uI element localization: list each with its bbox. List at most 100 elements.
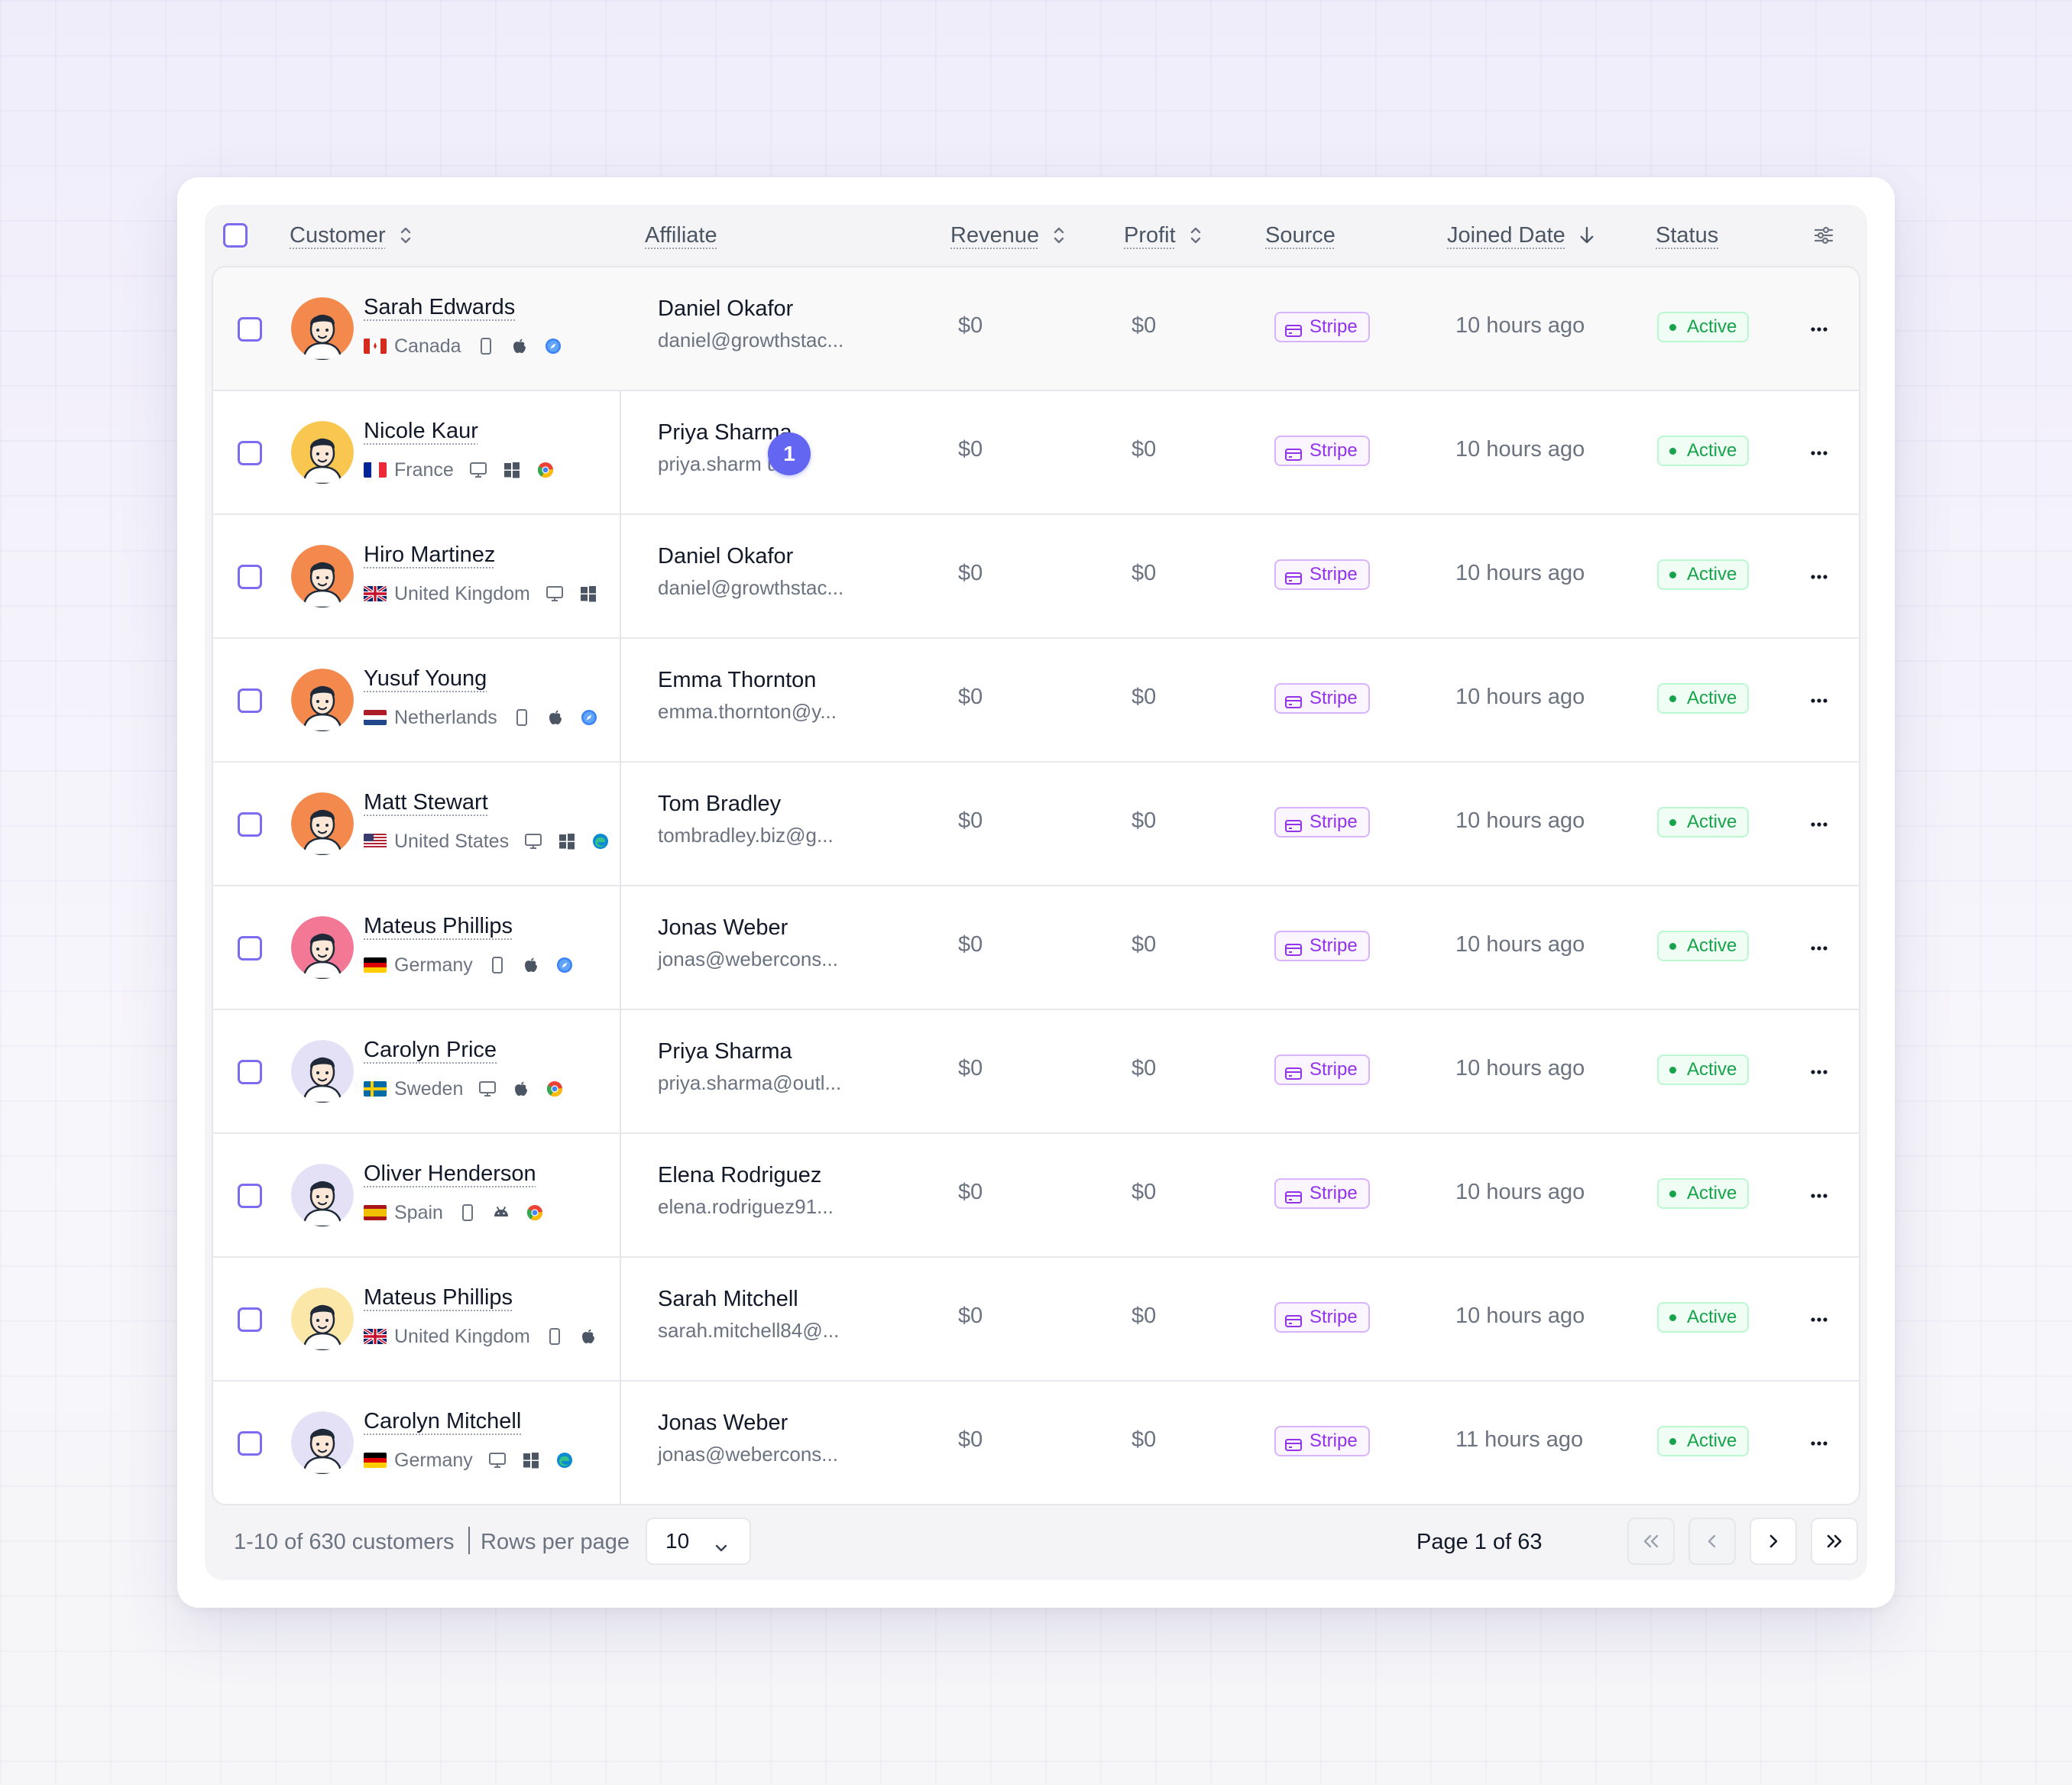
table-row[interactable]: Sarah Edwards Canada Daniel Okafor daniel@g…: [213, 267, 1859, 391]
row-checkbox[interactable]: [238, 1184, 262, 1208]
status-label: Active: [1687, 1059, 1737, 1080]
phone-icon: [513, 708, 531, 727]
safari-icon: [544, 337, 562, 355]
customer-name[interactable]: Oliver Henderson: [364, 1161, 536, 1187]
table-row[interactable]: Carolyn Mitchell Germany Jonas Weber jonas@…: [213, 1382, 1859, 1504]
customer-name[interactable]: Matt Stewart: [364, 790, 488, 815]
column-header-joined-date[interactable]: Joined Date: [1447, 205, 1594, 266]
sort-icon[interactable]: [1051, 224, 1067, 247]
customer-name[interactable]: Hiro Martinez: [364, 543, 495, 568]
more-actions-icon[interactable]: [1808, 813, 1831, 836]
column-header-status[interactable]: Status: [1656, 205, 1718, 266]
more-actions-icon[interactable]: [1808, 442, 1831, 465]
more-actions-icon[interactable]: [1808, 1061, 1831, 1084]
country-flag-icon: [364, 834, 387, 849]
row-checkbox[interactable]: [238, 565, 262, 589]
avatar: [291, 1411, 354, 1474]
divider: [468, 1527, 470, 1554]
row-checkbox[interactable]: [238, 936, 262, 961]
more-actions-icon[interactable]: [1808, 1308, 1831, 1331]
cursor-step-badge: 1: [768, 432, 811, 475]
avatar: [291, 669, 354, 731]
status-label: Active: [1687, 316, 1737, 337]
customer-name[interactable]: Nicole Kaur: [364, 419, 478, 444]
column-header-customer[interactable]: Customer: [290, 205, 413, 266]
revenue-value: $0: [958, 1427, 983, 1452]
table-row[interactable]: Mateus Phillips Germany Jonas Weber jonas@w…: [213, 886, 1859, 1010]
customer-meta: United Kingdom: [364, 1323, 613, 1349]
previous-page-button[interactable]: [1688, 1518, 1736, 1565]
select-all-checkbox[interactable]: [223, 223, 248, 248]
more-actions-icon[interactable]: [1808, 1184, 1831, 1207]
table-row[interactable]: Yusuf Young Netherlands Emma Thornton emma.…: [213, 639, 1859, 763]
source-badge: Stripe: [1274, 1054, 1370, 1085]
revenue-value: $0: [958, 685, 983, 709]
sort-icon[interactable]: [1188, 224, 1203, 247]
row-checkbox[interactable]: [238, 317, 262, 342]
customer-name[interactable]: Carolyn Price: [364, 1038, 497, 1063]
customer-country: Germany: [394, 1449, 473, 1471]
customer-name[interactable]: Mateus Phillips: [364, 914, 513, 939]
windows-icon: [503, 461, 521, 479]
rows-per-page-select[interactable]: 10: [646, 1518, 751, 1565]
sort-icon[interactable]: [398, 224, 413, 247]
status-dot-icon: [1669, 323, 1676, 331]
row-checkbox[interactable]: [238, 688, 262, 713]
windows-icon: [579, 585, 597, 603]
more-actions-icon[interactable]: [1808, 689, 1831, 712]
joined-date: 10 hours ago: [1455, 808, 1585, 833]
joined-date: 10 hours ago: [1455, 932, 1585, 957]
table-row[interactable]: Matt Stewart United States Tom Bradley tomb…: [213, 763, 1859, 886]
status-badge: Active: [1657, 436, 1750, 466]
joined-date: 10 hours ago: [1455, 437, 1585, 462]
column-header-source[interactable]: Source: [1265, 205, 1335, 266]
table-row[interactable]: Oliver Henderson Spain Elena Rodriguez elen…: [213, 1134, 1859, 1258]
more-actions-icon[interactable]: [1808, 565, 1831, 588]
column-settings-button[interactable]: [1814, 205, 1834, 266]
status-badge: Active: [1657, 1302, 1750, 1333]
avatar: [291, 1040, 354, 1103]
source-label: Stripe: [1310, 1307, 1358, 1327]
column-header-affiliate[interactable]: Affiliate: [645, 205, 717, 266]
joined-date: 10 hours ago: [1455, 1180, 1585, 1204]
row-checkbox[interactable]: [238, 441, 262, 465]
source-badge: Stripe: [1274, 312, 1370, 342]
rows-per-page-value: 10: [665, 1529, 690, 1553]
table-row[interactable]: Carolyn Price Sweden Priya Sharma priya.sha…: [213, 1010, 1859, 1134]
column-header-revenue[interactable]: Revenue: [950, 205, 1067, 266]
phone-icon: [488, 956, 507, 974]
status-dot-icon: [1669, 695, 1676, 702]
table-row[interactable]: Hiro Martinez United Kingdom Daniel Okafor…: [213, 515, 1859, 639]
profit-value: $0: [1132, 313, 1157, 338]
last-page-button[interactable]: [1811, 1518, 1858, 1565]
customer-name[interactable]: Carolyn Mitchell: [364, 1409, 521, 1434]
row-checkbox[interactable]: [238, 1060, 262, 1084]
next-page-button[interactable]: [1750, 1518, 1797, 1565]
credit-card-icon: [1285, 1187, 1302, 1203]
customer-country: Sweden: [394, 1077, 464, 1100]
status-dot-icon: [1669, 1066, 1676, 1074]
status-badge: Active: [1657, 1178, 1750, 1209]
row-checkbox[interactable]: [238, 1307, 262, 1332]
affiliate-name: Elena Rodriguez: [658, 1163, 822, 1187]
revenue-value: $0: [958, 808, 983, 833]
customer-name[interactable]: Sarah Edwards: [364, 295, 515, 320]
more-actions-icon[interactable]: [1808, 937, 1831, 960]
first-page-button[interactable]: [1627, 1518, 1675, 1565]
chevron-down-icon: [714, 1536, 728, 1552]
sort-descending-icon[interactable]: [1579, 224, 1594, 247]
avatar: [291, 792, 354, 855]
row-checkbox[interactable]: [238, 812, 262, 837]
customer-name[interactable]: Mateus Phillips: [364, 1285, 513, 1310]
avatar: [291, 1164, 354, 1226]
status-label: Active: [1687, 440, 1737, 461]
column-label: Status: [1656, 222, 1719, 248]
more-actions-icon[interactable]: [1808, 1432, 1831, 1455]
table-row[interactable]: Nicole Kaur France Priya Sharma priya.sharm…: [213, 391, 1859, 515]
more-actions-icon[interactable]: [1808, 318, 1831, 341]
customer-name[interactable]: Yusuf Young: [364, 666, 487, 692]
safari-icon: [580, 708, 598, 727]
column-header-profit[interactable]: Profit: [1124, 205, 1203, 266]
table-row[interactable]: Mateus Phillips United Kingdom Sarah Mitch…: [213, 1258, 1859, 1382]
row-checkbox[interactable]: [238, 1431, 262, 1456]
